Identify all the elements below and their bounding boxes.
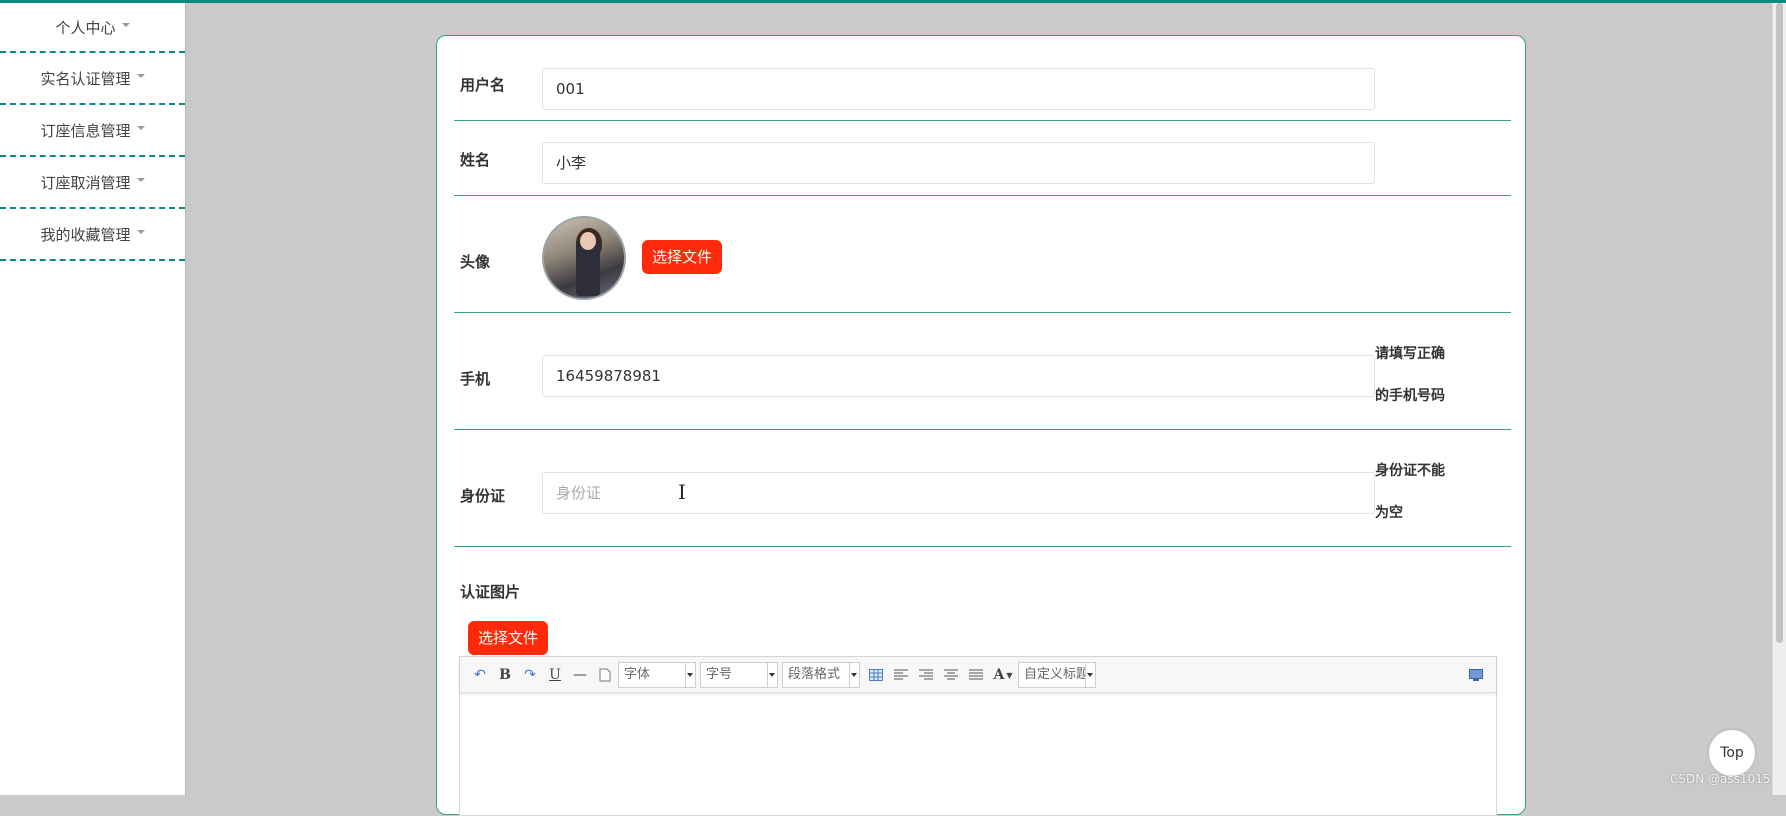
font-size-select-label: 字号 xyxy=(706,666,733,682)
form-row-name: 姓名 小李 xyxy=(454,121,1511,196)
form-row-phone: 手机 16459878981 请填写正确 的手机号码 xyxy=(454,313,1511,430)
caret-down-icon xyxy=(136,178,145,182)
font-family-select-label: 字体 xyxy=(624,666,651,682)
page-scrollbar[interactable] xyxy=(1772,3,1786,795)
caret-down-icon xyxy=(121,23,130,27)
avatar-choose-file-button[interactable]: 选择文件 xyxy=(642,240,723,274)
idcard-hint-line2: 为空 xyxy=(1375,505,1403,521)
paragraph-format-select[interactable]: 段落格式 xyxy=(782,661,860,688)
align-left-icon[interactable] xyxy=(889,663,913,687)
horizontal-rule-icon[interactable]: — xyxy=(568,663,592,687)
bold-icon[interactable]: B xyxy=(493,663,517,687)
sidebar-item-label: 订座信息管理 xyxy=(40,121,131,140)
rich-text-editor[interactable]: ↶ B ↷ U — 字体 字号 段落格式 A ▼ 自定义标题 xyxy=(459,656,1497,816)
dropdown-arrow-icon xyxy=(849,662,859,687)
sidebar: 个人中心 实名认证管理 订座信息管理 订座取消管理 我的收藏管理 xyxy=(0,3,186,795)
caret-down-icon xyxy=(136,74,145,78)
cert-image-choose-file-button[interactable]: 选择文件 xyxy=(468,621,549,655)
name-label: 姓名 xyxy=(460,151,491,169)
profile-form-card: 用户名 001 姓名 小李 头像 选择文件 手机 16459878981 请填写… xyxy=(436,35,1526,816)
redo-icon[interactable]: ↷ xyxy=(518,663,542,687)
watermark: CSDN @ass1015 xyxy=(1670,772,1771,786)
underline-icon[interactable]: U xyxy=(543,663,567,687)
phone-label: 手机 xyxy=(460,370,491,388)
sidebar-item-label: 实名认证管理 xyxy=(40,69,131,88)
sidebar-item-label: 订座取消管理 xyxy=(40,173,131,192)
sidebar-item-booking-info[interactable]: 订座信息管理 xyxy=(0,105,185,157)
username-input[interactable]: 001 xyxy=(542,68,1375,110)
custom-title-select-label: 自定义标题 xyxy=(1024,666,1090,682)
form-row-idcard: 身份证 身份证 身份证不能 为空 xyxy=(454,430,1511,547)
username-label: 用户名 xyxy=(460,76,506,94)
top-accent-bar xyxy=(0,0,1786,3)
name-input[interactable]: 小李 xyxy=(542,142,1375,184)
table-icon[interactable] xyxy=(864,663,888,687)
avatar xyxy=(542,216,626,300)
avatar-label: 头像 xyxy=(460,253,491,271)
new-document-icon[interactable] xyxy=(593,663,617,687)
sidebar-item-favorites[interactable]: 我的收藏管理 xyxy=(0,209,185,261)
form-row-username: 用户名 001 xyxy=(454,36,1511,121)
dropdown-arrow-icon xyxy=(685,662,695,687)
align-center-icon[interactable] xyxy=(939,663,963,687)
text-cursor-icon: I xyxy=(678,480,686,504)
phone-input[interactable]: 16459878981 xyxy=(542,355,1375,397)
font-color-icon[interactable]: A ▼ xyxy=(989,663,1017,687)
back-to-top-button[interactable]: Top xyxy=(1709,730,1755,776)
cert-image-label: 认证图片 xyxy=(460,583,521,601)
scrollbar-thumb[interactable] xyxy=(1776,3,1783,643)
editor-toolbar: ↶ B ↷ U — 字体 字号 段落格式 A ▼ 自定义标题 xyxy=(460,657,1496,693)
caret-down-icon xyxy=(136,126,145,130)
font-size-select[interactable]: 字号 xyxy=(700,661,778,688)
dropdown-arrow-icon xyxy=(767,662,777,687)
align-justify-icon[interactable] xyxy=(964,663,988,687)
form-row-avatar: 头像 选择文件 xyxy=(454,196,1511,313)
align-right-icon[interactable] xyxy=(914,663,938,687)
idcard-input[interactable]: 身份证 xyxy=(542,472,1375,514)
custom-title-select[interactable]: 自定义标题 xyxy=(1018,661,1096,688)
sidebar-item-realname-auth[interactable]: 实名认证管理 xyxy=(0,53,185,105)
sidebar-item-label: 我的收藏管理 xyxy=(40,225,131,244)
caret-down-icon xyxy=(136,230,145,234)
sidebar-item-booking-cancel[interactable]: 订座取消管理 xyxy=(0,157,185,209)
idcard-hint-line1: 身份证不能 xyxy=(1375,463,1445,479)
sidebar-item-personal-center[interactable]: 个人中心 xyxy=(0,3,185,53)
idcard-label: 身份证 xyxy=(460,487,506,505)
preview-icon[interactable] xyxy=(1464,663,1488,687)
undo-icon[interactable]: ↶ xyxy=(468,663,492,687)
font-family-select[interactable]: 字体 xyxy=(618,661,696,688)
sidebar-item-label: 个人中心 xyxy=(55,18,116,37)
phone-hint-line2: 的手机号码 xyxy=(1375,388,1445,404)
paragraph-format-select-label: 段落格式 xyxy=(788,666,841,682)
phone-hint-line1: 请填写正确 xyxy=(1375,346,1445,362)
dropdown-arrow-icon xyxy=(1085,662,1095,687)
